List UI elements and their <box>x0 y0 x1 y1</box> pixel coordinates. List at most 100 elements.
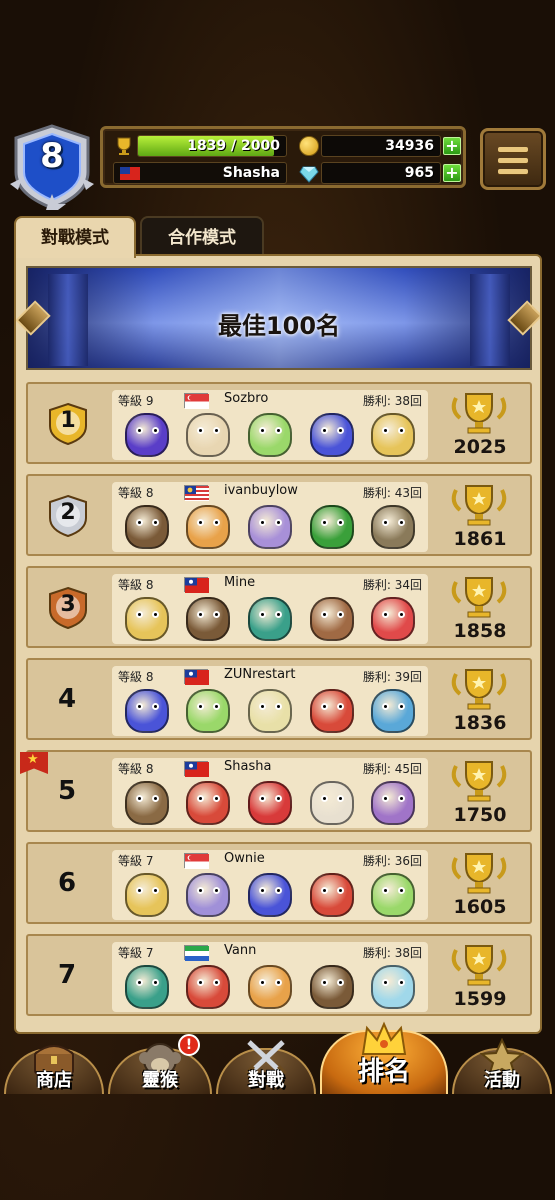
rank-number: 2 <box>60 500 76 525</box>
nav-tab-2[interactable]: 對戰 <box>216 1040 316 1094</box>
player-level-label: 等級 7 <box>118 854 154 868</box>
nav-label: 靈猴 <box>142 1070 178 1091</box>
ranking-row[interactable]: 5 等級 8 Shasha 勝利: 45回 1750 <box>26 750 532 832</box>
flag-singapore-icon <box>184 393 209 409</box>
monkey-unit-icon <box>371 413 416 457</box>
coins-amount: 34936 <box>385 138 434 154</box>
monkey-unit-icon <box>371 597 416 641</box>
alert-badge-icon: ! <box>178 1034 200 1056</box>
player-name-box[interactable]: Shasha <box>113 162 287 184</box>
trophy-icon <box>448 758 510 804</box>
trophy-score: 1605 <box>453 896 507 918</box>
player-name: Ownie <box>224 851 265 866</box>
player-level-label: 等級 8 <box>118 486 154 500</box>
player-info-box: 等級 8 ivanbuylow 勝利: 43回 <box>112 482 428 552</box>
game-screen: 8 1839 / 2000 Shasha 34936 + 965 + 對戰模式 … <box>0 0 555 1200</box>
monkey-unit-icon <box>247 689 292 733</box>
ranking-row[interactable]: 7 等級 7 Vann 勝利: 38回 1599 <box>26 934 532 1016</box>
wins-count: 勝利: 43回 <box>362 486 422 500</box>
monkey-unit-icon <box>186 505 231 549</box>
wins-count: 勝利: 36回 <box>362 854 422 868</box>
player-level-label: 等級 8 <box>118 670 154 684</box>
monkey-unit-icon <box>309 873 354 917</box>
team-units <box>116 962 424 1012</box>
monkey-unit-icon <box>309 689 354 733</box>
nav-tab-1[interactable]: 靈猴! <box>108 1034 212 1094</box>
coin-icon <box>299 136 319 156</box>
ranking-row[interactable]: 1 等級 9 Sozbro 勝利: 38回 2025 <box>26 382 532 464</box>
bronze-medal-icon: 3 <box>46 586 90 630</box>
add-coins-button[interactable]: + <box>443 137 461 155</box>
rank-number: 3 <box>60 592 76 617</box>
wins-count: 勝利: 45回 <box>362 762 422 776</box>
monkey-unit-icon <box>124 689 169 733</box>
trophy-score: 1836 <box>453 712 507 734</box>
add-gems-button[interactable]: + <box>443 164 461 182</box>
tab-coop-mode[interactable]: 合作模式 <box>140 216 264 256</box>
trophy-icon <box>448 574 510 620</box>
gems-row: 965 + <box>299 162 461 184</box>
monkey-unit-icon <box>186 413 231 457</box>
team-units <box>116 686 424 736</box>
player-name: Vann <box>224 943 257 958</box>
monkey-unit-icon <box>247 781 292 825</box>
gems-box: 965 <box>321 162 441 184</box>
team-units <box>116 410 424 460</box>
trophy-icon <box>448 942 510 988</box>
silver-medal-icon: 2 <box>46 494 90 538</box>
ranking-row[interactable]: 3 等級 8 Mine 勝利: 34回 1858 <box>26 566 532 648</box>
monkey-unit-icon <box>371 689 416 733</box>
monkey-unit-icon <box>124 781 169 825</box>
team-units <box>116 778 424 828</box>
player-level-label: 等級 8 <box>118 578 154 592</box>
monkey-unit-icon <box>247 505 292 549</box>
bottom-nav: 商店 靈猴! 對戰 排名 活動 <box>0 1021 555 1094</box>
banner-title: 最佳100名 <box>217 312 341 340</box>
flag-taiwan-icon <box>184 761 209 777</box>
ranking-row[interactable]: 2 等級 8 ivanbuylow 勝利: 43回 1861 <box>26 474 532 556</box>
monkey-unit-icon <box>371 965 416 1009</box>
leaderboard-banner: 最佳100名 <box>16 266 540 370</box>
flag-sierra-leone-icon <box>184 945 209 961</box>
flag-taiwan-icon <box>184 577 209 593</box>
menu-button[interactable] <box>480 128 546 190</box>
monkey-unit-icon <box>186 689 231 733</box>
monkey-unit-icon <box>186 597 231 641</box>
player-info-box: 等級 8 Mine 勝利: 34回 <box>112 574 428 644</box>
ranking-row[interactable]: 6 等級 7 Ownie 勝利: 36回 1605 <box>26 842 532 924</box>
trophy-score: 1861 <box>453 528 507 550</box>
player-level-label: 等級 8 <box>118 762 154 776</box>
monkey-unit-icon <box>309 413 354 457</box>
wins-count: 勝利: 38回 <box>362 394 422 408</box>
player-stats-panel: 1839 / 2000 Shasha 34936 + 965 + <box>100 126 466 188</box>
gem-icon <box>299 163 319 183</box>
player-name: ZUNrestart <box>224 667 296 682</box>
player-level-label: 等級 7 <box>118 946 154 960</box>
monkey-unit-icon <box>124 413 169 457</box>
star-icon: ★ <box>27 752 39 767</box>
rank-number: 1 <box>60 408 76 433</box>
monkey-unit-icon <box>186 965 231 1009</box>
monkey-unit-icon <box>124 965 169 1009</box>
monkey-unit-icon <box>186 873 231 917</box>
player-name: Shasha <box>222 165 280 181</box>
player-name: Sozbro <box>224 391 269 406</box>
monkey-unit-icon <box>309 781 354 825</box>
ranking-row[interactable]: 4 等級 8 ZUNrestart 勝利: 39回 1836 <box>26 658 532 740</box>
monkey-unit-icon <box>124 873 169 917</box>
nav-tab-0[interactable]: 商店 <box>4 1045 104 1094</box>
trophy-icon <box>448 482 510 528</box>
nav-tab-4[interactable]: 活動 <box>452 1037 552 1094</box>
trophy-icon <box>448 666 510 712</box>
nav-label: 活動 <box>484 1070 520 1091</box>
monkey-unit-icon <box>371 781 416 825</box>
tab-versus-mode[interactable]: 對戰模式 <box>14 216 136 258</box>
player-level-badge[interactable]: 8 <box>8 122 96 212</box>
monkey-unit-icon <box>186 781 231 825</box>
nav-tab-3[interactable]: 排名 <box>320 1021 448 1094</box>
monkey-unit-icon <box>309 597 354 641</box>
player-info-box: 等級 7 Vann 勝利: 38回 <box>112 942 428 1012</box>
player-info-box: 等級 8 ZUNrestart 勝利: 39回 <box>112 666 428 736</box>
coins-row: 34936 + <box>299 135 461 157</box>
wins-count: 勝利: 39回 <box>362 670 422 684</box>
